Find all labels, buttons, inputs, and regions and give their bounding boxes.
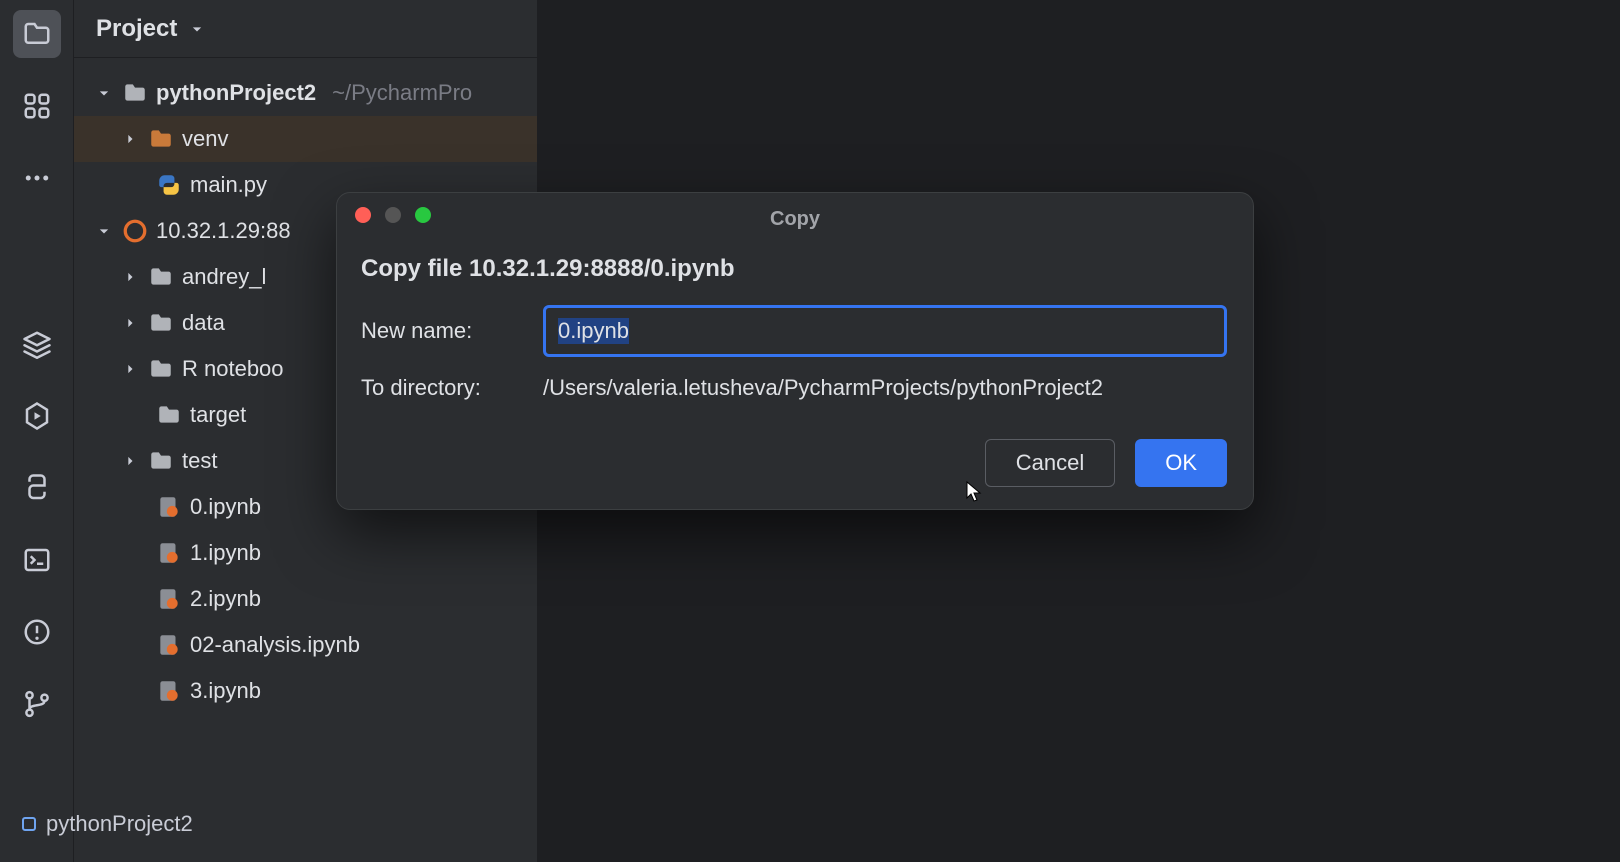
dialog-title: Copy (337, 202, 1253, 231)
new-name-input[interactable] (543, 305, 1227, 357)
tree-item-label: R noteboo (182, 356, 284, 382)
folder-icon (148, 126, 174, 152)
dialog-titlebar: Copy (337, 193, 1253, 239)
notebook-icon (156, 678, 182, 704)
python-file-icon (156, 172, 182, 198)
folder-icon (156, 402, 182, 428)
tree-file-1ipynb[interactable]: 1.ipynb (74, 530, 537, 576)
tree-project-root[interactable]: pythonProject2 ~/PycharmPro (74, 70, 537, 116)
chevron-down-icon (187, 19, 207, 39)
to-directory-row: To directory: /Users/valeria.letusheva/P… (361, 375, 1227, 401)
project-panel-title: Project (96, 15, 177, 43)
tree-item-label: 0.ipynb (190, 494, 261, 520)
ok-button[interactable]: OK (1135, 439, 1227, 487)
tree-item-label: target (190, 402, 246, 428)
jupyter-icon (122, 218, 148, 244)
tree-item-path: ~/PycharmPro (332, 80, 472, 106)
notebook-icon (156, 632, 182, 658)
minimize-window-button[interactable] (385, 207, 401, 223)
module-indicator-icon (22, 817, 36, 831)
notebook-icon (156, 540, 182, 566)
tree-item-label: main.py (190, 172, 267, 198)
window-controls (355, 207, 431, 223)
vcs-tool-button[interactable] (13, 680, 61, 728)
folder-icon (148, 356, 174, 382)
new-name-label: New name: (361, 318, 543, 344)
tree-item-label: 3.ipynb (190, 678, 261, 704)
python-console-tool-button[interactable] (13, 464, 61, 512)
new-name-row: New name: (361, 305, 1227, 357)
close-window-button[interactable] (355, 207, 371, 223)
status-bar: pythonProject2 (0, 800, 193, 848)
terminal-tool-button[interactable] (13, 536, 61, 584)
maximize-window-button[interactable] (415, 207, 431, 223)
tree-item-label: andrey_l (182, 264, 266, 290)
tree-item-label: data (182, 310, 225, 336)
tree-item-label: venv (182, 126, 228, 152)
project-tool-button[interactable] (13, 10, 61, 58)
play-hex-icon (22, 401, 52, 431)
dialog-body: Copy file 10.32.1.29:8888/0.ipynb New na… (337, 239, 1253, 401)
chevron-right-icon (120, 313, 140, 333)
ellipsis-icon (22, 163, 52, 193)
chevron-right-icon (120, 267, 140, 287)
to-directory-value[interactable]: /Users/valeria.letusheva/PycharmProjects… (543, 375, 1227, 401)
chevron-down-icon (94, 83, 114, 103)
status-project-name[interactable]: pythonProject2 (46, 811, 193, 837)
chevron-down-icon (94, 221, 114, 241)
notebook-icon (156, 586, 182, 612)
layers-icon (22, 329, 52, 359)
folder-icon (148, 310, 174, 336)
layers-tool-button[interactable] (13, 320, 61, 368)
folder-icon (148, 264, 174, 290)
project-panel-header[interactable]: Project (74, 0, 537, 58)
folder-icon (148, 448, 174, 474)
terminal-icon (22, 545, 52, 575)
dialog-buttons: Cancel OK (337, 419, 1253, 487)
folder-icon (122, 80, 148, 106)
tree-item-label: 10.32.1.29:88 (156, 218, 291, 244)
chevron-right-icon (120, 129, 140, 149)
tree-file-02analysis[interactable]: 02-analysis.ipynb (74, 622, 537, 668)
structure-tool-button[interactable] (13, 82, 61, 130)
copy-dialog: Copy Copy file 10.32.1.29:8888/0.ipynb N… (336, 192, 1254, 510)
tree-item-label: 1.ipynb (190, 540, 261, 566)
chevron-right-icon (120, 359, 140, 379)
folder-icon (22, 19, 52, 49)
chevron-right-icon (120, 451, 140, 471)
tree-item-label: 2.ipynb (190, 586, 261, 612)
tree-file-3ipynb[interactable]: 3.ipynb (74, 668, 537, 714)
tree-folder-venv[interactable]: venv (74, 116, 537, 162)
tool-strip (0, 0, 74, 862)
tree-item-label: test (182, 448, 217, 474)
notebook-icon (156, 494, 182, 520)
grid-icon (22, 91, 52, 121)
tree-item-label: 02-analysis.ipynb (190, 632, 360, 658)
services-tool-button[interactable] (13, 392, 61, 440)
tree-item-label: pythonProject2 (156, 80, 316, 106)
cancel-button[interactable]: Cancel (985, 439, 1115, 487)
python-icon (22, 473, 52, 503)
dialog-heading: Copy file 10.32.1.29:8888/0.ipynb (361, 255, 1227, 283)
tree-file-2ipynb[interactable]: 2.ipynb (74, 576, 537, 622)
more-tool-button[interactable] (13, 154, 61, 202)
problems-tool-button[interactable] (13, 608, 61, 656)
to-directory-label: To directory: (361, 375, 543, 401)
warning-circle-icon (22, 617, 52, 647)
branch-icon (22, 689, 52, 719)
